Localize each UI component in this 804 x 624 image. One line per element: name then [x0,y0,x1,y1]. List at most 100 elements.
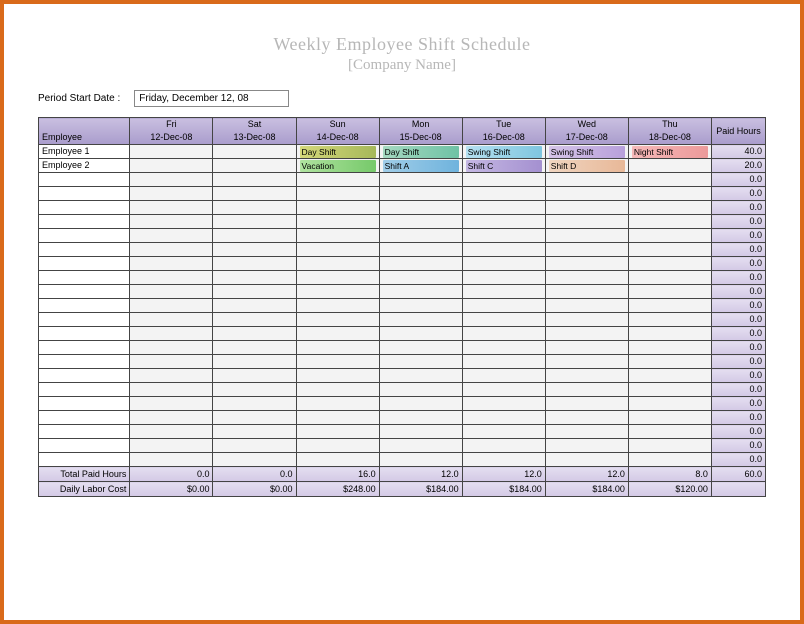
shift-cell[interactable] [462,355,545,369]
shift-cell[interactable]: Vacation [296,159,379,173]
shift-cell[interactable] [628,173,711,187]
shift-cell[interactable] [213,369,296,383]
shift-cell[interactable] [130,299,213,313]
employee-cell[interactable] [39,439,130,453]
shift-cell[interactable] [296,299,379,313]
shift-cell[interactable] [545,327,628,341]
shift-cell[interactable] [379,369,462,383]
shift-cell[interactable] [545,439,628,453]
shift-cell[interactable] [296,383,379,397]
shift-cell[interactable] [379,453,462,467]
shift-cell[interactable] [545,229,628,243]
employee-cell[interactable]: Employee 1 [39,145,130,159]
employee-cell[interactable] [39,369,130,383]
shift-cell[interactable] [213,425,296,439]
employee-cell[interactable] [39,201,130,215]
shift-cell[interactable] [296,453,379,467]
shift-cell[interactable] [379,243,462,257]
shift-cell[interactable] [296,425,379,439]
shift-cell[interactable] [545,271,628,285]
shift-cell[interactable] [545,355,628,369]
employee-cell[interactable] [39,257,130,271]
shift-cell[interactable] [130,159,213,173]
employee-cell[interactable] [39,313,130,327]
shift-cell[interactable] [130,425,213,439]
shift-cell[interactable] [545,425,628,439]
shift-cell[interactable] [296,355,379,369]
employee-cell[interactable] [39,397,130,411]
shift-cell[interactable] [296,397,379,411]
shift-cell[interactable] [628,397,711,411]
shift-cell[interactable] [130,173,213,187]
shift-cell[interactable]: Shift C [462,159,545,173]
shift-cell[interactable] [130,439,213,453]
employee-cell[interactable] [39,327,130,341]
shift-cell[interactable] [130,369,213,383]
shift-cell[interactable] [379,229,462,243]
shift-cell[interactable] [628,229,711,243]
employee-cell[interactable] [39,355,130,369]
shift-cell[interactable] [379,173,462,187]
shift-cell[interactable] [462,229,545,243]
shift-cell[interactable] [462,243,545,257]
shift-cell[interactable] [462,453,545,467]
shift-cell[interactable] [296,229,379,243]
shift-cell[interactable] [379,285,462,299]
shift-cell[interactable] [462,327,545,341]
shift-cell[interactable] [545,285,628,299]
shift-cell[interactable] [130,355,213,369]
shift-cell[interactable] [462,173,545,187]
shift-cell[interactable] [296,271,379,285]
shift-cell[interactable]: Day Shift [296,145,379,159]
employee-cell[interactable] [39,411,130,425]
shift-cell[interactable] [130,145,213,159]
shift-cell[interactable] [213,257,296,271]
shift-cell[interactable] [545,383,628,397]
shift-cell[interactable] [296,327,379,341]
shift-cell[interactable] [628,341,711,355]
shift-cell[interactable] [213,229,296,243]
shift-cell[interactable] [462,341,545,355]
shift-cell[interactable] [628,201,711,215]
shift-cell[interactable] [628,187,711,201]
shift-cell[interactable] [213,411,296,425]
shift-cell[interactable] [296,411,379,425]
employee-cell[interactable] [39,341,130,355]
shift-cell[interactable] [545,299,628,313]
shift-cell[interactable] [545,201,628,215]
shift-cell[interactable] [213,383,296,397]
shift-cell[interactable] [379,341,462,355]
shift-cell[interactable] [213,299,296,313]
shift-cell[interactable] [628,159,711,173]
shift-cell[interactable] [379,327,462,341]
shift-cell[interactable] [213,215,296,229]
shift-cell[interactable]: Swing Shift [545,145,628,159]
shift-cell[interactable] [296,257,379,271]
shift-cell[interactable] [628,425,711,439]
shift-cell[interactable] [628,285,711,299]
shift-cell[interactable] [379,187,462,201]
shift-cell[interactable] [462,215,545,229]
shift-cell[interactable] [379,425,462,439]
employee-cell[interactable] [39,271,130,285]
shift-cell[interactable] [628,383,711,397]
shift-cell[interactable] [545,243,628,257]
shift-cell[interactable] [213,173,296,187]
shift-cell[interactable] [462,425,545,439]
shift-cell[interactable]: Night Shift [628,145,711,159]
shift-cell[interactable] [130,341,213,355]
employee-cell[interactable] [39,453,130,467]
shift-cell[interactable] [130,397,213,411]
shift-cell[interactable] [130,187,213,201]
shift-cell[interactable] [545,411,628,425]
shift-cell[interactable]: Day Shift [379,145,462,159]
shift-cell[interactable] [379,355,462,369]
shift-cell[interactable]: Shift D [545,159,628,173]
shift-cell[interactable] [462,257,545,271]
shift-cell[interactable] [130,411,213,425]
employee-cell[interactable] [39,229,130,243]
shift-cell[interactable]: Shift A [379,159,462,173]
shift-cell[interactable] [130,215,213,229]
shift-cell[interactable] [545,257,628,271]
shift-cell[interactable] [130,243,213,257]
